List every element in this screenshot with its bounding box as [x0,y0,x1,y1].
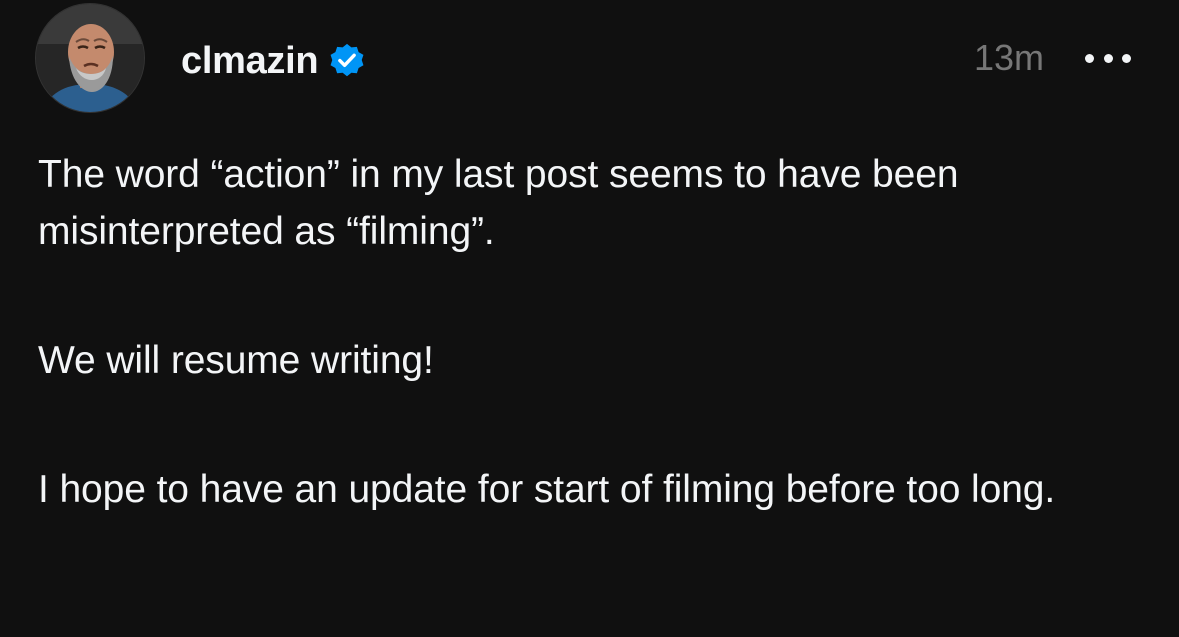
post-timestamp: 13m [973,37,1044,78]
post-paragraph: The word “action” in my last post seems … [38,153,959,253]
post-paragraph: I hope to have an update for start of fi… [38,468,1056,511]
more-dot [1122,53,1131,63]
username[interactable]: clmazin [181,42,319,80]
verified-badge-icon [328,42,366,80]
avatar-photo [36,4,144,112]
threads-post: clmazin 13m The word “action” in my last… [0,0,1179,637]
more-options-icon[interactable] [1085,46,1131,70]
avatar[interactable] [36,4,144,112]
post-body: The word “action” in my last post seems … [38,146,1158,518]
more-dot [1085,53,1094,63]
author-row: clmazin [181,36,366,86]
post-paragraph: We will resume writing! [38,339,434,382]
more-dot [1103,53,1113,63]
